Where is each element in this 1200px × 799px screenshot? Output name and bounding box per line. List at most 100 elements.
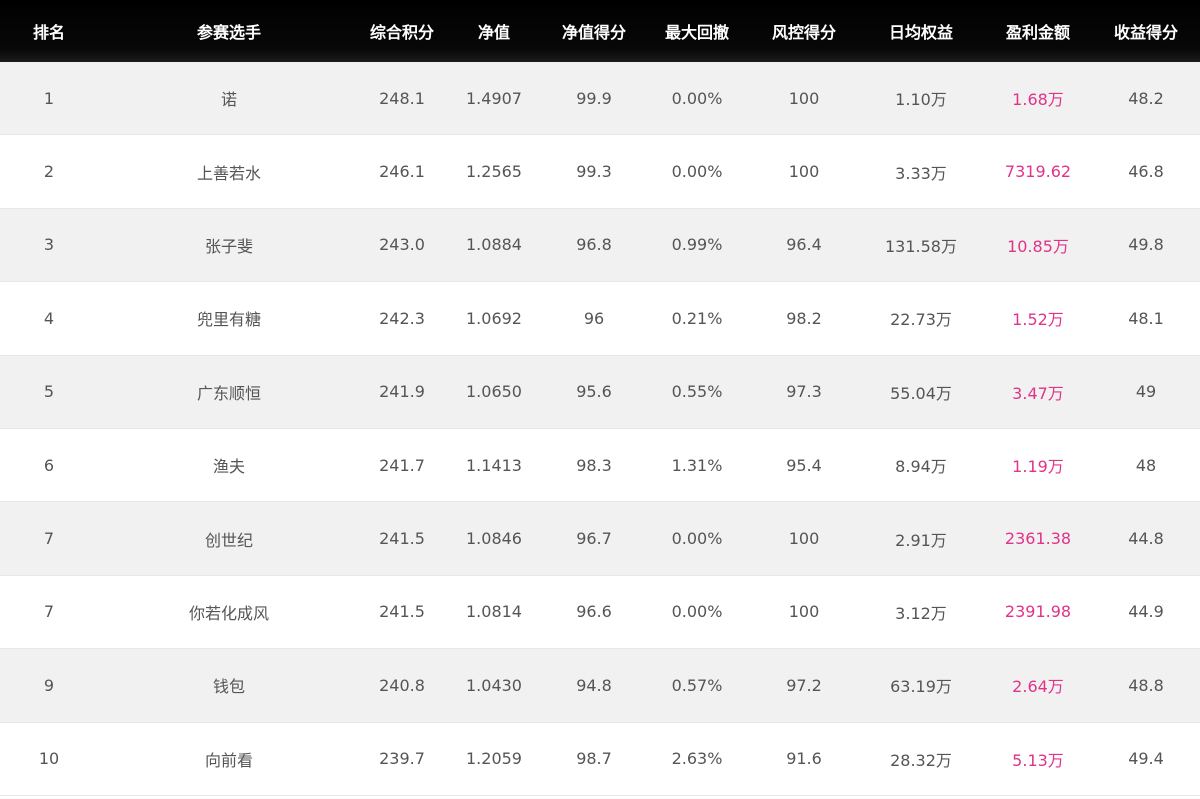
cell-risk-score: 100: [788, 88, 820, 108]
cell-player-name: 你若化成风: [188, 603, 269, 623]
table-row[interactable]: 5 广东顺恒 241.9 1.0650 95.6 0.55% 97.3 55.04万 3.47万…: [0, 355, 1200, 429]
cell-risk-score: 97.3: [786, 382, 822, 402]
cell-daily-equity: 8.94万: [895, 457, 947, 477]
cell-risk-score: 96.4: [786, 235, 822, 255]
cell-player-name: 钱包: [212, 677, 245, 697]
cell-max-drawdown: 0.00%: [671, 602, 723, 622]
cell-return-score: 44.9: [1128, 602, 1164, 622]
table-body: 1 诺 248.1 1.4907 99.9 0.00% 100 1.10万 1.68万 48.2 2…: [0, 62, 1200, 796]
cell-player-name: 创世纪: [204, 530, 253, 550]
header-rank[interactable]: 排名: [0, 19, 98, 43]
table-header: 排名 参赛选手 综合积分 净值 净值得分 最大回撤 风控得分 日均权益 盈利金额…: [0, 0, 1200, 62]
cell-daily-equity: 55.04万: [890, 383, 952, 403]
cell-net-value-score: 96.7: [576, 529, 612, 549]
cell-risk-score: 91.6: [786, 749, 822, 769]
cell-total-score: 241.9: [379, 382, 425, 402]
cell-net-value-score: 94.8: [576, 675, 612, 695]
cell-total-score: 246.1: [379, 162, 425, 182]
cell-daily-equity: 2.91万: [895, 530, 947, 550]
cell-total-score: 239.7: [379, 749, 425, 769]
cell-max-drawdown: 0.57%: [671, 675, 723, 695]
cell-total-score: 248.1: [379, 88, 425, 108]
cell-profit-amount: 3.47万: [1012, 383, 1064, 403]
cell-daily-equity: 63.19万: [890, 677, 952, 697]
cell-net-value: 1.4907: [466, 88, 522, 108]
cell-profit-amount: 2391.98: [1004, 602, 1072, 622]
cell-daily-equity: 28.32万: [890, 750, 952, 770]
cell-profit-amount: 5.13万: [1012, 750, 1064, 770]
cell-profit-amount: 1.68万: [1012, 90, 1064, 110]
cell-player-name: 上善若水: [196, 163, 261, 183]
cell-total-score: 243.0: [379, 235, 425, 255]
cell-net-value: 1.2565: [466, 162, 522, 182]
cell-max-drawdown: 0.99%: [671, 235, 723, 255]
cell-risk-score: 97.2: [786, 675, 822, 695]
table-row[interactable]: 1 诺 248.1 1.4907 99.9 0.00% 100 1.10万 1.68万 48.2: [0, 62, 1200, 136]
cell-player-name: 兜里有糖: [196, 310, 261, 330]
cell-return-score: 48.1: [1128, 308, 1164, 328]
cell-total-score: 241.5: [379, 529, 425, 549]
table-row[interactable]: 10 向前看 239.7 1.2059 98.7 2.63% 91.6 28.32万 5.13万…: [0, 722, 1200, 796]
table-row[interactable]: 3 张子斐 243.0 1.0884 96.8 0.99% 96.4 131.58万 10.85…: [0, 208, 1200, 283]
cell-net-value: 1.0692: [466, 308, 522, 328]
cell-player-name: 广东顺恒: [196, 383, 261, 403]
cell-net-value-score: 96.8: [576, 235, 612, 255]
cell-daily-equity: 131.58万: [885, 236, 957, 256]
cell-risk-score: 100: [788, 162, 820, 182]
cell-player-name: 张子斐: [204, 236, 253, 256]
cell-rank: 7: [43, 529, 55, 549]
header-profit-amount[interactable]: 盈利金额: [984, 19, 1092, 43]
cell-profit-amount: 1.19万: [1012, 457, 1064, 477]
cell-return-score: 48.2: [1128, 88, 1164, 108]
cell-net-value-score: 99.9: [576, 88, 612, 108]
cell-return-score: 49.4: [1128, 749, 1164, 769]
cell-player-name: 诺: [220, 90, 237, 110]
cell-rank: 7: [43, 602, 55, 622]
cell-rank: 4: [43, 308, 55, 328]
cell-max-drawdown: 0.55%: [671, 382, 723, 402]
table-row[interactable]: 6 渔夫 241.7 1.1413 98.3 1.31% 95.4 8.94万 1.19万 48: [0, 428, 1200, 503]
cell-risk-score: 100: [788, 529, 820, 549]
table-row[interactable]: 7 创世纪 241.5 1.0846 96.7 0.00% 100 2.91万 2361.38 4…: [0, 502, 1200, 576]
cell-daily-equity: 22.73万: [890, 310, 952, 330]
cell-rank: 6: [43, 455, 55, 475]
table-row[interactable]: 2 上善若水 246.1 1.2565 99.3 0.00% 100 3.33万 7319.62…: [0, 135, 1200, 209]
cell-risk-score: 100: [788, 602, 820, 622]
header-return-score[interactable]: 收益得分: [1092, 19, 1200, 43]
cell-total-score: 240.8: [379, 675, 425, 695]
table-row[interactable]: 4 兜里有糖 242.3 1.0692 96 0.21% 98.2 22.73万 1.52万 48…: [0, 282, 1200, 356]
cell-profit-amount: 1.52万: [1012, 310, 1064, 330]
cell-rank: 1: [43, 88, 55, 108]
header-net-value-score[interactable]: 净值得分: [544, 19, 644, 43]
cell-daily-equity: 3.12万: [895, 603, 947, 623]
header-player[interactable]: 参赛选手: [98, 19, 360, 43]
cell-net-value: 1.0814: [466, 602, 522, 622]
cell-net-value-score: 98.3: [576, 455, 612, 475]
header-max-drawdown[interactable]: 最大回撤: [644, 19, 750, 43]
cell-total-score: 242.3: [379, 308, 425, 328]
cell-rank: 9: [43, 675, 55, 695]
cell-return-score: 44.8: [1128, 529, 1164, 549]
cell-net-value: 1.1413: [466, 455, 522, 475]
table-row[interactable]: 7 你若化成风 241.5 1.0814 96.6 0.00% 100 3.12万 2391.9…: [0, 575, 1200, 650]
header-risk-score[interactable]: 风控得分: [750, 19, 858, 43]
cell-net-value: 1.0430: [466, 675, 522, 695]
cell-rank: 5: [43, 382, 55, 402]
cell-net-value: 1.0846: [466, 529, 522, 549]
cell-rank: 3: [43, 235, 55, 255]
cell-daily-equity: 3.33万: [895, 163, 947, 183]
cell-net-value-score: 98.7: [576, 749, 612, 769]
header-net-value[interactable]: 净值: [444, 19, 544, 43]
cell-net-value-score: 99.3: [576, 162, 612, 182]
cell-return-score: 49: [1135, 382, 1157, 402]
cell-total-score: 241.5: [379, 602, 425, 622]
cell-net-value-score: 95.6: [576, 382, 612, 402]
header-daily-equity[interactable]: 日均权益: [858, 19, 984, 43]
cell-return-score: 48: [1135, 455, 1157, 475]
table-row[interactable]: 9 钱包 240.8 1.0430 94.8 0.57% 97.2 63.19万 2.64万 48…: [0, 649, 1200, 723]
cell-return-score: 46.8: [1128, 162, 1164, 182]
cell-profit-amount: 10.85万: [1007, 236, 1069, 256]
cell-max-drawdown: 0.00%: [671, 162, 723, 182]
cell-max-drawdown: 0.21%: [671, 308, 723, 328]
header-total-score[interactable]: 综合积分: [360, 19, 444, 43]
